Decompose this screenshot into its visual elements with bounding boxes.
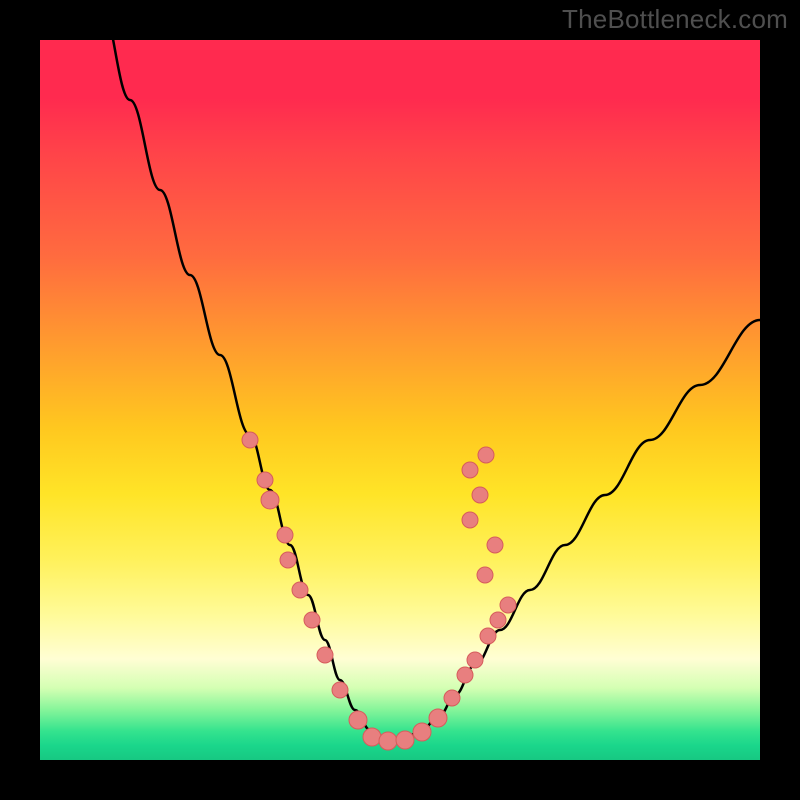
data-marker (332, 682, 348, 698)
data-marker (487, 537, 503, 553)
data-marker (257, 472, 273, 488)
plot-area (40, 40, 760, 760)
data-marker (261, 491, 279, 509)
data-marker (500, 597, 516, 613)
data-marker (457, 667, 473, 683)
data-marker (478, 447, 494, 463)
data-marker (292, 582, 308, 598)
data-marker (467, 652, 483, 668)
data-marker (429, 709, 447, 727)
data-marker (444, 690, 460, 706)
data-marker (480, 628, 496, 644)
chart-frame: TheBottleneck.com (0, 0, 800, 800)
data-marker (462, 512, 478, 528)
data-marker (304, 612, 320, 628)
data-marker (277, 527, 293, 543)
plot-svg (40, 40, 760, 760)
data-marker (396, 731, 414, 749)
data-marker (280, 552, 296, 568)
bottleneck-curve (100, 40, 760, 740)
data-marker (472, 487, 488, 503)
data-marker (462, 462, 478, 478)
data-marker (413, 723, 431, 741)
watermark-text: TheBottleneck.com (562, 4, 788, 35)
data-marker (242, 432, 258, 448)
data-marker (477, 567, 493, 583)
data-marker (490, 612, 506, 628)
data-marker (363, 728, 381, 746)
markers-group (242, 432, 516, 750)
data-marker (379, 732, 397, 750)
data-marker (317, 647, 333, 663)
data-marker (349, 711, 367, 729)
